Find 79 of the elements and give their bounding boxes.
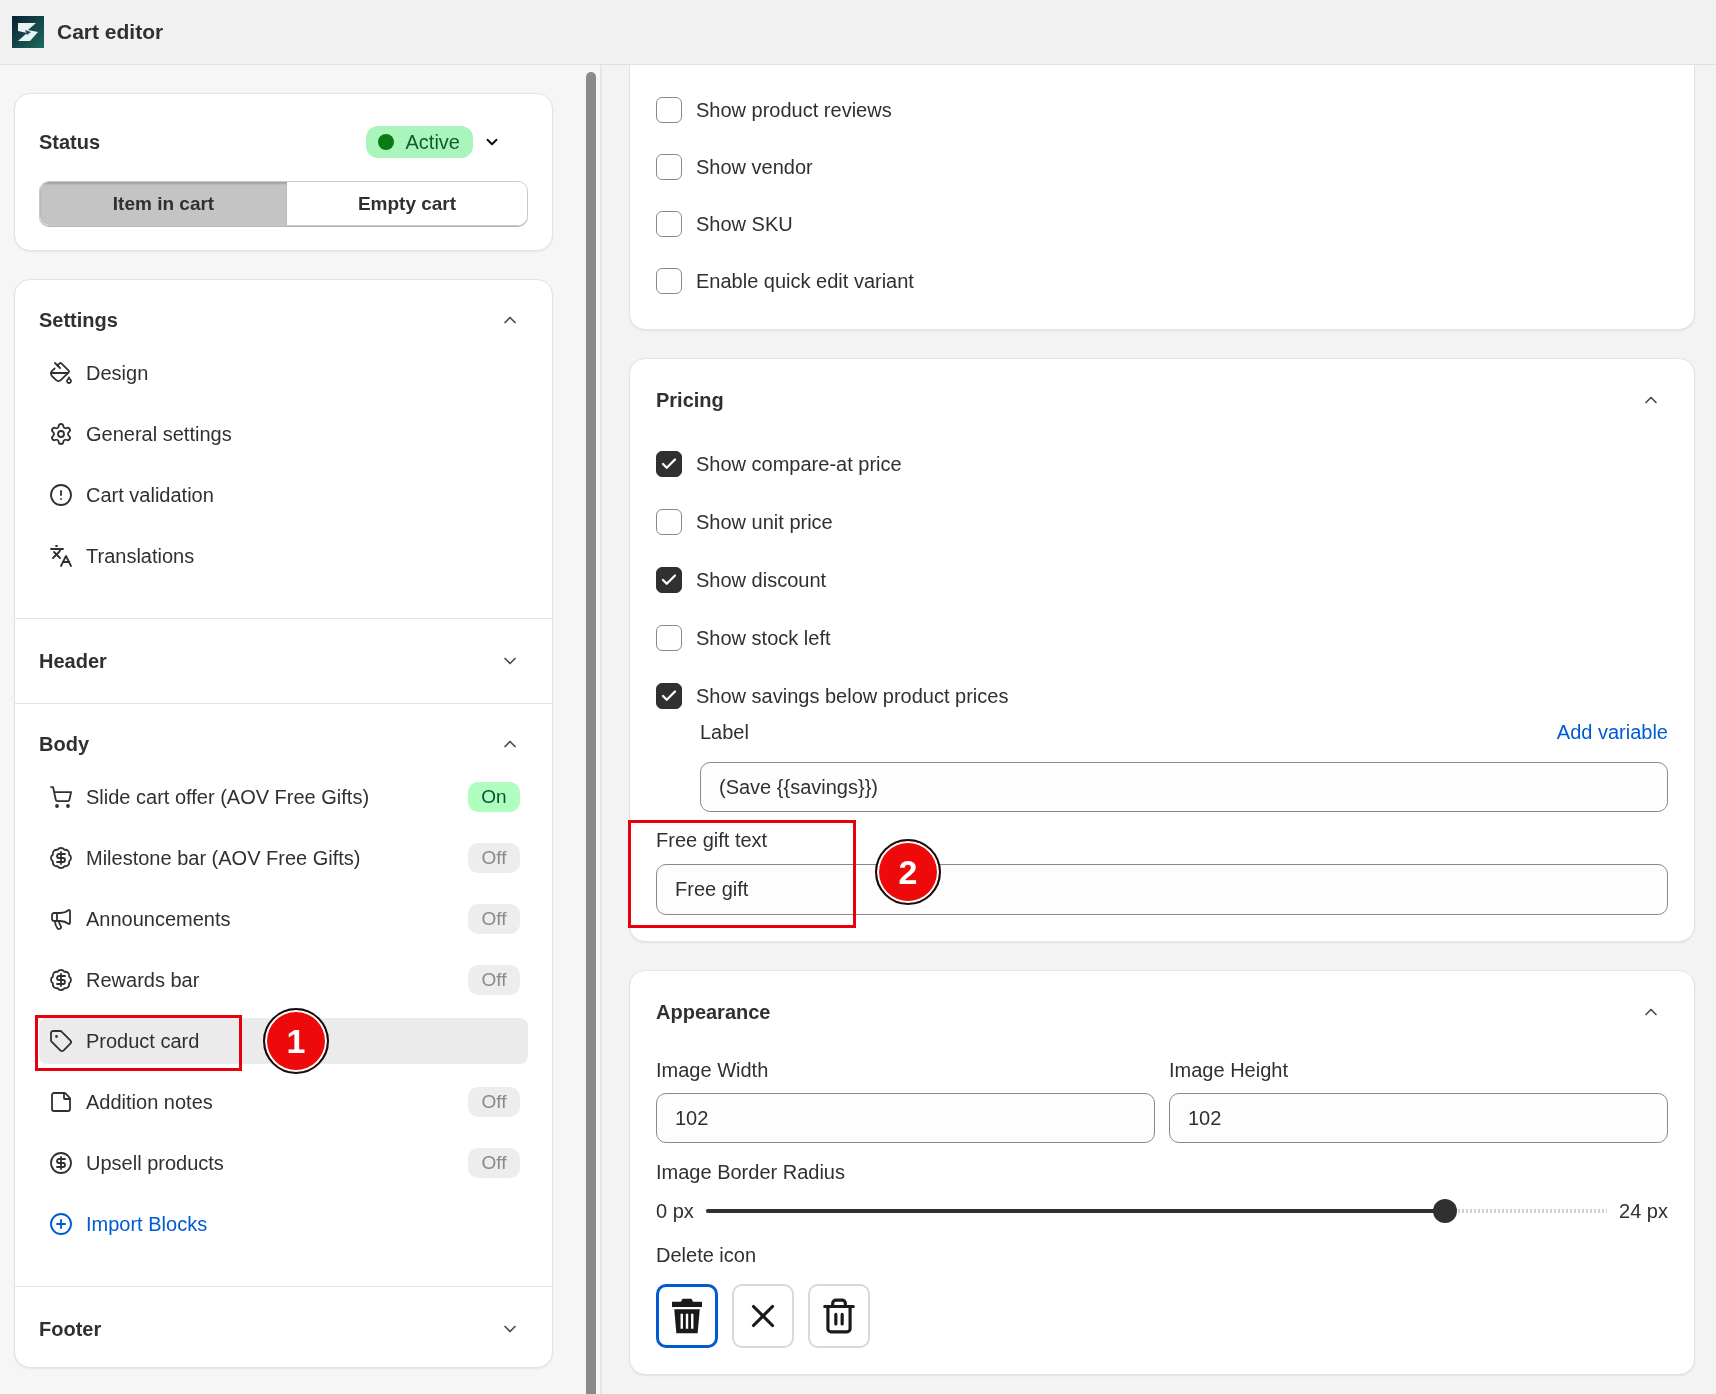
checkbox-label: Enable quick edit variant [696, 269, 914, 293]
checkbox-label: Show unit price [696, 510, 833, 534]
sidebar-item[interactable]: Addition notes Off [39, 1079, 528, 1125]
checkbox-label: Show compare-at price [696, 452, 902, 476]
checkbox[interactable] [656, 154, 682, 180]
slider-thumb[interactable] [1432, 1199, 1457, 1223]
sidebar-item[interactable]: Design [39, 350, 528, 396]
status-dot-icon [377, 134, 394, 150]
sidebar-item[interactable]: Upsell products Off [39, 1140, 528, 1186]
checkbox-label: Show savings below product prices [696, 684, 1009, 708]
checkbox[interactable] [656, 268, 682, 294]
import-blocks-link[interactable]: Import Blocks [39, 1201, 216, 1247]
section-title: Body [39, 732, 89, 756]
field-label: Free gift text [656, 827, 768, 853]
checkbox[interactable] [656, 683, 682, 709]
checkbox-label: Show product reviews [696, 98, 892, 122]
app-logo [12, 16, 44, 48]
icon-option-button[interactable] [656, 1284, 718, 1348]
settings-icon [49, 422, 73, 446]
section-title: Footer [39, 1317, 102, 1341]
sidebar-item[interactable]: Translations [39, 533, 528, 579]
dollar-circle-icon [49, 1151, 73, 1175]
dollar-badge-icon [49, 846, 73, 870]
checkbox[interactable] [656, 451, 682, 477]
field-label: Image Height [1169, 1057, 1288, 1083]
field-label: Label [700, 720, 749, 744]
translate-icon [49, 544, 73, 568]
checkbox[interactable] [656, 211, 682, 237]
card-title: Appearance [656, 1000, 771, 1024]
field-label: Delete icon [656, 1242, 757, 1268]
step-marker: 1 [263, 1008, 329, 1074]
tag-icon [49, 1029, 73, 1053]
field-label: Image Width [656, 1057, 769, 1083]
number-input[interactable]: 102 [1169, 1093, 1668, 1143]
status-badge[interactable]: Active [365, 126, 473, 158]
paint-bucket-icon [49, 361, 73, 385]
megaphone-icon [49, 907, 73, 931]
field-label: Image Border Radius [656, 1159, 845, 1185]
status-pill: Off [468, 1148, 520, 1178]
section-title: Settings [39, 308, 118, 332]
status-pill: Off [468, 904, 520, 934]
app-title: Cart editor [57, 20, 164, 44]
number-input[interactable]: 102 [656, 1093, 1155, 1143]
card-title: Pricing [656, 388, 724, 412]
scrollbar-thumb[interactable] [586, 72, 596, 1394]
checkbox-label: Show SKU [696, 212, 793, 236]
checkbox[interactable] [656, 97, 682, 123]
checkbox-label: Show discount [696, 568, 827, 592]
trash-icon [669, 1297, 705, 1335]
checkbox-label: Show vendor [696, 155, 813, 179]
sidebar-item[interactable]: Milestone bar (AOV Free Gifts) Off [39, 835, 528, 881]
status-pill: Off [468, 843, 520, 873]
add-variable-link[interactable]: Add variable [1556, 720, 1668, 744]
slider-min-label: 0 px [656, 1199, 694, 1223]
status-pill: Off [468, 1087, 520, 1117]
status-pill: On [468, 782, 520, 812]
checkbox-label: Show stock left [696, 626, 831, 650]
slider-max-label: 24 px [1619, 1199, 1668, 1223]
plus-circle-icon [49, 1212, 73, 1236]
checkbox[interactable] [656, 509, 682, 535]
text-input[interactable]: (Save {{savings}}) [700, 762, 1668, 812]
sidebar-item[interactable]: Slide cart offer (AOV Free Gifts) On [39, 774, 528, 820]
checkbox[interactable] [656, 567, 682, 593]
sidebar-item[interactable]: Product card 1 [35, 1008, 528, 1074]
sidebar-item[interactable]: Cart validation [39, 472, 528, 518]
dollar-badge-icon [49, 968, 73, 992]
cart-icon [49, 785, 73, 809]
sidebar-item[interactable]: Announcements Off [39, 896, 528, 942]
status-pill: Off [468, 965, 520, 995]
sidebar-item[interactable]: Rewards bar Off [39, 957, 528, 1003]
sidebar-item[interactable]: General settings [39, 411, 528, 457]
exclamation-circle-icon [49, 483, 73, 507]
checkbox[interactable] [656, 625, 682, 651]
status-title: Status [39, 130, 101, 154]
section-title: Header [39, 649, 107, 673]
segment-tab[interactable]: Item in cart [40, 182, 287, 225]
note-icon [49, 1090, 73, 1114]
step-marker: 2 [875, 839, 941, 905]
trash-icon [820, 1297, 858, 1335]
